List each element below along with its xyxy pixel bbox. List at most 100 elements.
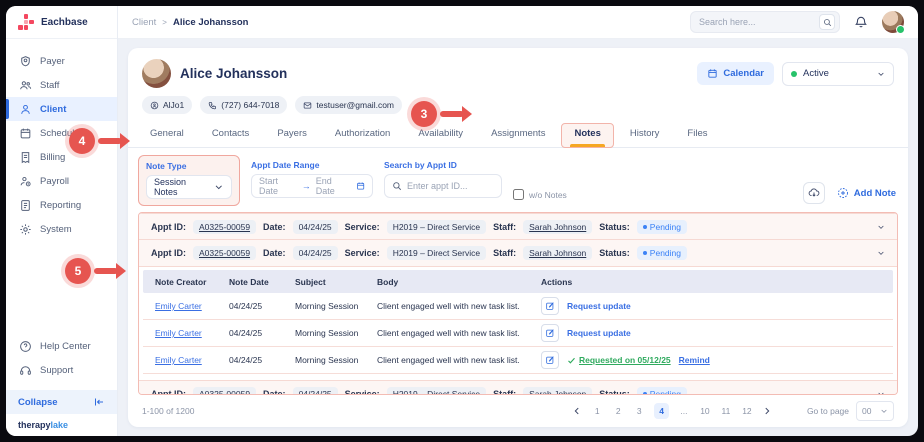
appt-date-value: 04/24/25: [293, 220, 338, 234]
wo-notes-checkbox[interactable]: [513, 189, 524, 200]
page-number[interactable]: 3: [633, 406, 645, 416]
bell-icon[interactable]: [854, 15, 868, 29]
tab-assignments[interactable]: Assignments: [477, 122, 559, 147]
sidebar-item-support[interactable]: Support: [6, 358, 117, 382]
page-number-active[interactable]: 4: [654, 403, 669, 419]
tab-authorization[interactable]: Authorization: [321, 122, 404, 147]
chevron-down-icon: [877, 70, 885, 78]
breadcrumb-parent[interactable]: Client: [132, 17, 156, 28]
appt-date-label: Date:: [263, 248, 286, 258]
range-arrow-icon: →: [302, 181, 311, 191]
status-badge: Pending: [637, 220, 687, 234]
client-phone-badge: (727) 644-7018: [200, 96, 287, 114]
appt-id-search-input[interactable]: Enter appt ID...: [384, 174, 502, 198]
page-number[interactable]: 10: [699, 406, 711, 416]
search-button[interactable]: [819, 14, 835, 30]
active-tab-underline: [570, 144, 604, 147]
appt-id-value[interactable]: A0325-00059: [193, 246, 256, 260]
collapse-arrow-icon: [93, 396, 105, 408]
annotation-arrow-3: [440, 106, 472, 122]
status-badge: Pending: [637, 246, 687, 260]
chevron-down-icon[interactable]: [877, 249, 885, 257]
tab-contacts[interactable]: Contacts: [198, 122, 264, 147]
pager: 1 2 3 4 ... 10 11 12 Go to page 00: [572, 401, 894, 421]
note-creator-link[interactable]: Emily Carter: [155, 355, 213, 365]
breadcrumb-current: Alice Johansson: [173, 17, 249, 28]
page-number[interactable]: 2: [612, 406, 624, 416]
tab-files[interactable]: Files: [673, 122, 721, 147]
payroll-icon: [19, 175, 32, 188]
gear-icon: [19, 223, 32, 236]
appt-row-collapsed[interactable]: Appt ID: A0325-00059 Date: 04/24/25 Serv…: [139, 213, 897, 240]
invoice-icon: [19, 151, 32, 164]
page-number[interactable]: 12: [741, 406, 753, 416]
sidebar-item-label: Billing: [40, 152, 65, 163]
appt-id-label: Appt ID:: [151, 222, 186, 232]
appt-staff-value[interactable]: Sarah Johnson: [523, 387, 592, 396]
date-range-input[interactable]: Start Date → End Date: [251, 174, 373, 198]
sidebar-collapse-button[interactable]: Collapse: [6, 390, 117, 414]
sidebar-item-payroll[interactable]: Payroll: [6, 169, 117, 193]
client-badges: AlJo1 (727) 644-7018 testuser@gmail.com: [128, 88, 908, 114]
remind-link[interactable]: Remind: [679, 355, 710, 365]
appt-staff-label: Staff:: [493, 222, 516, 232]
next-page-button[interactable]: [762, 406, 772, 416]
sidebar-item-client[interactable]: Client: [6, 97, 117, 121]
client-email-badge: testuser@gmail.com: [295, 96, 402, 114]
note-creator-link[interactable]: Emily Carter: [155, 301, 213, 311]
eachbase-logo-icon: [18, 14, 34, 30]
note-body: Client engaged well with new task list.: [377, 301, 525, 311]
request-update-link[interactable]: Request update: [567, 301, 631, 311]
appt-row-collapsed[interactable]: Appt ID: A0325-00059 Date: 04/24/25 Serv…: [139, 380, 897, 395]
appt-staff-value[interactable]: Sarah Johnson: [523, 246, 592, 260]
tab-availability[interactable]: Availability: [404, 122, 477, 147]
appt-id-search-label: Search by Appt ID: [384, 160, 502, 170]
chevron-down-icon[interactable]: [877, 223, 885, 231]
tab-notes[interactable]: Notes: [561, 123, 613, 148]
edit-note-button[interactable]: [541, 351, 559, 369]
appt-id-label: Appt ID:: [151, 248, 186, 258]
annotation-arrow-5: [94, 263, 126, 279]
search-input[interactable]: [699, 17, 819, 27]
user-avatar[interactable]: [882, 11, 904, 33]
page-number[interactable]: 1: [591, 406, 603, 416]
plus-circle-icon: [837, 187, 849, 199]
headset-icon: [19, 364, 32, 377]
chevron-left-icon: [572, 406, 582, 416]
calendar-button[interactable]: Calendar: [697, 62, 774, 85]
appt-status-label: Status:: [599, 248, 630, 258]
edit-icon: [545, 328, 555, 338]
edit-note-button[interactable]: [541, 297, 559, 315]
note-type-label: Note Type: [146, 161, 232, 171]
sidebar-item-payer[interactable]: Payer: [6, 49, 117, 73]
appt-id-value[interactable]: A0325-00059: [193, 220, 256, 234]
client-card: Alice Johansson Calendar Active: [128, 48, 908, 427]
request-update-link[interactable]: Request update: [567, 328, 631, 338]
prev-page-button[interactable]: [572, 406, 582, 416]
note-creator-link[interactable]: Emily Carter: [155, 328, 213, 338]
app-window: Eachbase Payer Staff Client Schedule Bil…: [6, 6, 918, 436]
tab-general[interactable]: General: [136, 122, 198, 147]
sidebar-item-staff[interactable]: Staff: [6, 73, 117, 97]
note-type-dropdown[interactable]: Session Notes: [146, 175, 232, 199]
export-button[interactable]: [803, 182, 825, 204]
goto-page-select[interactable]: 00: [856, 401, 894, 421]
appt-staff-value[interactable]: Sarah Johnson: [523, 220, 592, 234]
results-count: 1-100 of 1200: [142, 406, 194, 416]
add-note-button[interactable]: Add Note: [837, 187, 896, 199]
pagination-bar: 1-100 of 1200 1 2 3 4 ... 10 11 12 Go to: [128, 395, 908, 427]
tab-history[interactable]: History: [616, 122, 674, 147]
sidebar-item-reporting[interactable]: Reporting: [6, 193, 117, 217]
appt-id-value[interactable]: A0325-00059: [193, 387, 256, 396]
page-number[interactable]: 11: [720, 406, 732, 416]
calendar-button-label: Calendar: [723, 68, 764, 79]
sidebar-item-help-center[interactable]: Help Center: [6, 334, 117, 358]
appt-row-expanded[interactable]: Appt ID: A0325-00059 Date: 04/24/25 Serv…: [139, 240, 897, 267]
edit-note-button[interactable]: [541, 324, 559, 342]
col-note-creator: Note Creator: [155, 277, 213, 287]
sidebar-item-system[interactable]: System: [6, 217, 117, 241]
appt-status-label: Status:: [599, 222, 630, 232]
tab-payers[interactable]: Payers: [263, 122, 321, 147]
sidebar-spacer: [6, 241, 117, 334]
client-status-dropdown[interactable]: Active: [782, 62, 894, 86]
